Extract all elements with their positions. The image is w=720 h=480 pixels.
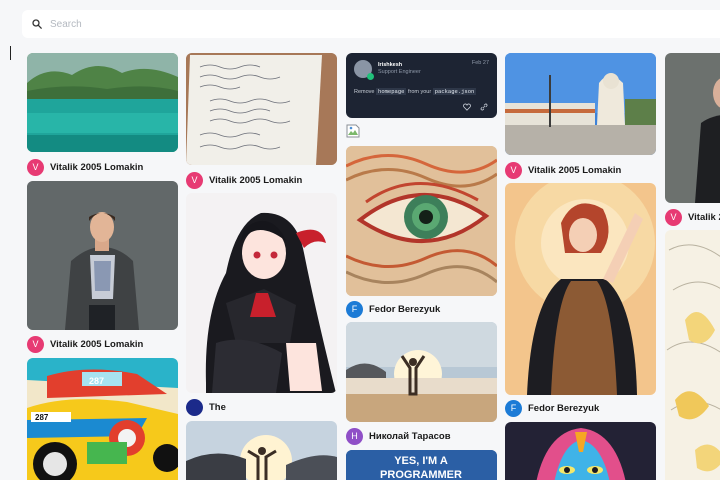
pin-image-sunrise[interactable] bbox=[186, 421, 337, 480]
pin-image-anime-girl[interactable] bbox=[186, 193, 337, 393]
pin-author[interactable]: V Vitalik 2005 Lomakin bbox=[186, 171, 302, 189]
author-name: Vitalik 2005 Lomakin bbox=[50, 338, 144, 350]
svg-text:287: 287 bbox=[35, 413, 49, 422]
pin-image-programmer-banner[interactable]: YES, I'M A PROGRAMMER bbox=[346, 450, 497, 480]
svg-text:PROGRAMMER: PROGRAMMER bbox=[380, 469, 462, 480]
tweet-handle: Irishkesh bbox=[378, 62, 403, 68]
pin-image-cars[interactable]: 287 287 bbox=[27, 358, 178, 480]
pin-image-sketch[interactable] bbox=[665, 230, 720, 480]
avatar: V bbox=[27, 158, 44, 176]
pin-photo bbox=[505, 422, 656, 480]
pin-image-lake[interactable] bbox=[27, 53, 178, 152]
search-icon bbox=[32, 19, 42, 29]
pin-image-man[interactable] bbox=[27, 181, 178, 330]
pin-photo bbox=[27, 53, 178, 152]
link-icon[interactable] bbox=[480, 103, 488, 111]
tweet-avatar bbox=[354, 60, 374, 80]
author-name: Vitalik 2 bbox=[688, 211, 720, 223]
author-name: The bbox=[209, 401, 226, 413]
author-name: Fedor Berezyuk bbox=[528, 402, 600, 414]
avatar: H bbox=[346, 427, 363, 445]
pin-photo bbox=[665, 230, 720, 480]
pin-author[interactable]: V Vitalik 2005 Lomakin bbox=[505, 161, 621, 179]
pin-image-painted-face[interactable] bbox=[505, 422, 656, 480]
pin-image-eye[interactable] bbox=[346, 146, 497, 296]
author-name: Vitalik 2005 Lomakin bbox=[528, 164, 622, 176]
svg-text:287: 287 bbox=[89, 376, 104, 386]
pin-photo bbox=[186, 193, 337, 393]
pin-photo: YES, I'M A PROGRAMMER bbox=[346, 450, 497, 480]
pin-author[interactable]: F Fedor Berezyuk bbox=[346, 300, 440, 318]
text-caret bbox=[10, 46, 11, 60]
pin-image-beach[interactable] bbox=[346, 322, 497, 422]
author-name: Fedor Berezyuk bbox=[369, 303, 441, 315]
tweet-role: Support Engineer bbox=[378, 69, 421, 75]
avatar: V bbox=[27, 335, 44, 353]
avatar bbox=[186, 398, 203, 416]
heart-icon[interactable] bbox=[463, 103, 471, 111]
author-name: Vitalik 2005 Lomakin bbox=[50, 161, 144, 173]
pin-photo bbox=[186, 421, 337, 480]
author-name: Николай Тарасов bbox=[369, 430, 451, 442]
svg-text:YES, I'M A: YES, I'M A bbox=[394, 455, 448, 467]
pin-photo bbox=[346, 322, 497, 422]
pin-photo bbox=[27, 181, 178, 330]
pin-photo bbox=[505, 183, 656, 395]
pin-photo: 287 287 bbox=[27, 358, 178, 480]
pin-photo bbox=[665, 53, 720, 203]
pin-author[interactable]: V Vitalik 2005 Lomakin bbox=[27, 158, 143, 176]
pin-author[interactable]: The bbox=[186, 398, 226, 416]
pin-photo bbox=[186, 53, 337, 165]
search-input[interactable] bbox=[50, 18, 650, 30]
avatar: V bbox=[186, 171, 203, 189]
author-name: Vitalik 2005 Lomakin bbox=[209, 174, 303, 186]
avatar: F bbox=[346, 300, 363, 318]
pin-author[interactable]: H Николай Тарасов bbox=[346, 427, 451, 445]
pin-photo bbox=[505, 53, 656, 155]
pin-author[interactable]: V Vitalik 2005 Lomakin bbox=[27, 335, 143, 353]
avatar: V bbox=[665, 208, 682, 226]
avatar: F bbox=[505, 399, 522, 417]
pin-image-building[interactable] bbox=[505, 53, 656, 155]
pin-image-redhead-halo[interactable] bbox=[505, 183, 656, 395]
pin-image-man-coat[interactable] bbox=[665, 53, 720, 203]
pin-tweet-card[interactable]: Irishkesh Support Engineer Feb 27 Remove… bbox=[346, 53, 497, 118]
pin-author[interactable]: V Vitalik 2 bbox=[665, 208, 720, 226]
pin-author[interactable]: F Fedor Berezyuk bbox=[505, 399, 599, 417]
avatar: V bbox=[505, 161, 522, 179]
search-bar[interactable] bbox=[22, 10, 720, 38]
tweet-date: Feb 27 bbox=[471, 60, 489, 66]
pin-photo bbox=[346, 146, 497, 296]
broken-image-icon bbox=[346, 124, 360, 138]
pin-image-notebook[interactable] bbox=[186, 53, 337, 165]
tweet-message: Remove homepage from your package.json bbox=[354, 88, 477, 95]
